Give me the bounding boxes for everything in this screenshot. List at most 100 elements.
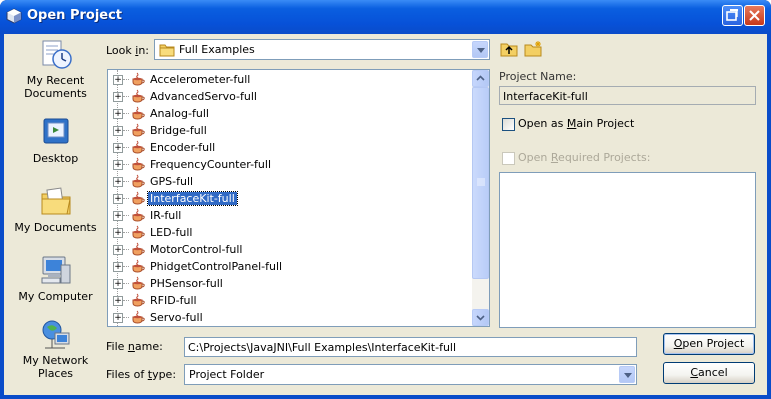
tree-connector (123, 147, 129, 148)
close-button[interactable] (744, 5, 765, 26)
window-title: Open Project (27, 8, 123, 23)
vertical-scrollbar[interactable] (472, 70, 489, 326)
expand-icon[interactable]: + (113, 126, 123, 136)
tree-row[interactable]: + MotorControl-full (108, 241, 468, 258)
places-bar: My Recent Documents Desktop My Documents (8, 34, 103, 386)
open-project-button[interactable]: Open Project (663, 333, 755, 355)
tree-item-label: Bridge-full (150, 124, 207, 137)
expand-icon[interactable]: + (113, 160, 123, 170)
chevron-down-icon (476, 315, 485, 321)
place-my-documents[interactable]: My Documents (8, 184, 103, 234)
tree-connector (123, 181, 129, 182)
expand-icon[interactable]: + (113, 228, 123, 238)
look-in-label: Look in: (106, 44, 150, 57)
tree-row[interactable]: + Accelerometer-full (108, 71, 468, 88)
expand-icon[interactable]: + (113, 313, 123, 323)
chevron-down-icon[interactable] (619, 366, 635, 383)
cancel-button[interactable]: Cancel (663, 362, 755, 384)
look-in-dropdown[interactable]: Full Examples (154, 39, 490, 60)
project-tree[interactable]: + Accelerometer-full + AdvancedServo-full + A… (107, 69, 490, 327)
scroll-thumb[interactable] (472, 87, 489, 279)
tree-connector (123, 198, 129, 199)
required-projects-list[interactable] (499, 172, 756, 328)
file-name-input[interactable]: C:\Projects\JavaJNI\Full Examples\Interf… (184, 337, 637, 357)
window-frame-right (767, 34, 771, 399)
place-desktop[interactable]: Desktop (8, 115, 103, 165)
expand-icon[interactable]: + (113, 92, 123, 102)
tree-item-label: PhidgetControlPanel-full (150, 260, 283, 273)
open-as-main-label[interactable]: Open as Main Project (518, 117, 634, 130)
chevron-down-icon[interactable] (472, 41, 488, 58)
java-project-icon (132, 174, 145, 188)
tree-item-label: GPS-full (150, 175, 194, 188)
tree-row[interactable]: + Encoder-full (108, 139, 468, 156)
tree-row[interactable]: + PhidgetControlPanel-full (108, 258, 468, 275)
java-project-icon (132, 140, 145, 154)
tree-item-label: IR-full (150, 209, 182, 222)
up-one-level-button[interactable] (499, 40, 519, 58)
place-label-line1: Desktop (32, 152, 79, 165)
tree-row[interactable]: + GPS-full (108, 173, 468, 190)
tree-row[interactable]: + FrequencyCounter-full (108, 156, 468, 173)
restore-button[interactable] (722, 5, 743, 26)
tree-row[interactable]: + RFID-full (108, 292, 468, 309)
tree-row[interactable]: + InterfaceKit-full (108, 190, 468, 207)
open-required-label: Open Required Projects: (518, 151, 651, 164)
expand-icon[interactable]: + (113, 211, 123, 221)
place-label-line1: My Computer (18, 290, 93, 303)
java-project-icon (132, 72, 145, 86)
expand-icon[interactable]: + (113, 245, 123, 255)
tree-connector (123, 113, 129, 114)
network-places-icon (42, 320, 69, 349)
tree-item-label: Accelerometer-full (150, 73, 251, 86)
tree-connector (123, 164, 129, 165)
tree-connector (123, 232, 129, 233)
project-name-field: InterfaceKit-full (499, 86, 756, 105)
java-project-icon (132, 293, 145, 307)
expand-icon[interactable]: + (113, 177, 123, 187)
java-project-icon (132, 157, 145, 171)
files-of-type-value: Project Folder (189, 368, 265, 381)
tree-item-label: FrequencyCounter-full (150, 158, 272, 171)
expand-icon[interactable]: + (113, 143, 123, 153)
expand-icon[interactable]: + (113, 75, 123, 85)
tree-row[interactable]: + PHSensor-full (108, 275, 468, 292)
tree-item-label: Servo-full (150, 311, 203, 324)
tree-row[interactable]: + IR-full (108, 207, 468, 224)
window-frame-bottom (0, 395, 771, 399)
my-computer-icon (41, 256, 70, 284)
tree-row[interactable]: + LED-full (108, 224, 468, 241)
expand-icon[interactable]: + (113, 296, 123, 306)
place-my-recent-documents[interactable]: My Recent Documents (8, 37, 103, 100)
create-new-folder-button[interactable] (523, 40, 543, 58)
scroll-up-button[interactable] (472, 70, 489, 87)
tree-row[interactable]: + Bridge-full (108, 122, 468, 139)
tree-row[interactable]: + Servo-full (108, 309, 468, 326)
tree-connector (123, 79, 129, 80)
file-name-value: C:\Projects\JavaJNI\Full Examples\Interf… (188, 341, 457, 354)
place-label-line2: Places (38, 367, 73, 380)
tree-item-label: MotorControl-full (150, 243, 243, 256)
files-of-type-dropdown[interactable]: Project Folder (184, 364, 637, 385)
tree-item-label: PHSensor-full (150, 277, 223, 290)
folder-icon (159, 44, 175, 57)
open-required-checkbox[interactable] (502, 152, 515, 165)
place-label-line1: My Documents (14, 221, 97, 234)
expand-icon[interactable]: + (113, 194, 123, 204)
java-project-icon (132, 191, 145, 205)
expand-icon[interactable]: + (113, 279, 123, 289)
project-name-label: Project Name: (499, 70, 577, 83)
expand-icon[interactable]: + (113, 262, 123, 272)
project-name-value: InterfaceKit-full (503, 90, 588, 103)
tree-connector (123, 130, 129, 131)
open-as-main-checkbox[interactable] (502, 118, 515, 131)
netbeans-cube-icon (6, 8, 22, 24)
tree-row[interactable]: + Analog-full (108, 105, 468, 122)
tree-connector (123, 266, 129, 267)
expand-icon[interactable]: + (113, 109, 123, 119)
scroll-down-button[interactable] (472, 309, 489, 326)
place-my-computer[interactable]: My Computer (8, 253, 103, 303)
tree-row[interactable]: + AdvancedServo-full (108, 88, 468, 105)
place-my-network-places[interactable]: My Network Places (8, 317, 103, 380)
title-bar[interactable]: Open Project (0, 0, 771, 34)
